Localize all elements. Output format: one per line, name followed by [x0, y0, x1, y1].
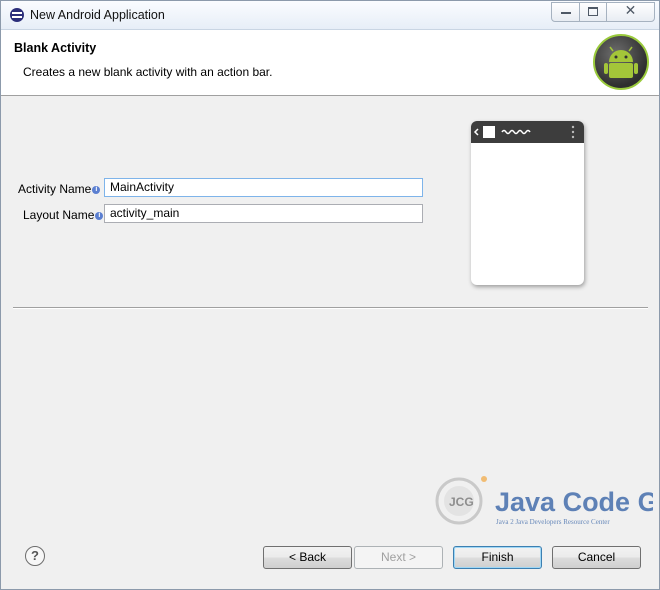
- help-button[interactable]: ?: [25, 546, 45, 566]
- minimize-icon: [560, 12, 571, 14]
- android-logo-icon: [593, 34, 649, 90]
- minimize-button[interactable]: [551, 2, 580, 22]
- finish-button[interactable]: Finish: [453, 546, 542, 569]
- preview-action-bar: [471, 121, 584, 143]
- back-button[interactable]: < Back: [263, 546, 352, 569]
- watermark-logo-text: JCG: [449, 495, 474, 509]
- cancel-button[interactable]: Cancel: [552, 546, 641, 569]
- next-button[interactable]: Next >: [354, 546, 443, 569]
- maximize-button[interactable]: [579, 2, 607, 22]
- watermark-logo: JCG Java Code Geeks Java 2 Java Develope…: [433, 471, 659, 531]
- close-button[interactable]: ✕: [606, 2, 655, 22]
- dialog-window: New Android Application ✕ Blank Activity…: [0, 0, 660, 590]
- activity-name-label-text: Activity Name: [18, 182, 92, 196]
- title-bar[interactable]: New Android Application ✕: [1, 1, 659, 30]
- activity-name-field[interactable]: MainActivity: [104, 178, 423, 197]
- watermark-subtitle: Java 2 Java Developers Resource Center: [496, 518, 610, 526]
- page-description: Creates a new blank activity with an act…: [23, 65, 273, 79]
- window-title: New Android Application: [30, 8, 165, 22]
- page-title: Blank Activity: [14, 41, 97, 55]
- info-icon[interactable]: i: [92, 185, 101, 194]
- separator: [13, 307, 648, 309]
- activity-preview: [471, 121, 584, 285]
- close-icon: ✕: [624, 3, 637, 19]
- wizard-banner: Blank Activity Creates a new blank activ…: [1, 30, 659, 96]
- layout-name-label: Layout Name i: [23, 208, 104, 222]
- layout-name-field[interactable]: activity_main: [104, 204, 423, 223]
- eclipse-icon: [10, 8, 24, 22]
- activity-name-label: Activity Name i: [18, 182, 101, 196]
- layout-name-label-text: Layout Name: [23, 208, 95, 222]
- info-icon[interactable]: i: [95, 211, 104, 220]
- maximize-icon: [588, 7, 598, 16]
- watermark-title: Java Code Geeks: [495, 487, 653, 517]
